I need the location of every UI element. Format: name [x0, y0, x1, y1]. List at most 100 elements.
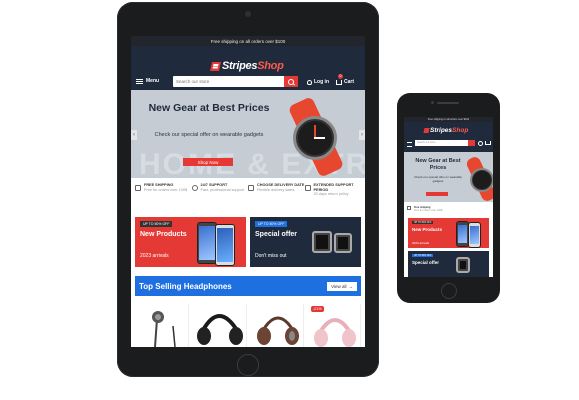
product-row: -21% [135, 304, 361, 347]
tablet-device: Free shipping on all orders over $100 St… [117, 2, 379, 377]
user-icon [307, 79, 312, 85]
login-link[interactable]: Log in [307, 79, 329, 85]
promo-tag: UP TO 50% OFF [255, 221, 288, 227]
earbuds-image [152, 311, 176, 347]
promo-special-offer[interactable]: UP TO 50% OFF Special offer [408, 251, 489, 277]
product-card[interactable] [192, 304, 247, 347]
feature-text: 30 days return policy [313, 192, 349, 196]
hamburger-icon[interactable] [407, 142, 412, 147]
phone-screen: Free shipping on all orders over $100 St… [404, 117, 493, 277]
hero-title: New Gear at Best Prices [415, 158, 461, 171]
tablet-screen: Free shipping on all orders over $100 St… [131, 36, 365, 347]
login-label: Log in [314, 79, 329, 85]
phone-device: Free shipping on all orders over $100 St… [397, 93, 500, 303]
feature-item: Choose delivery date Flexible delivery da… [248, 178, 305, 208]
shipping-notice: Free shipping on all orders over $100 [210, 38, 286, 44]
smartphone-image [197, 222, 217, 264]
promo-special-offer[interactable]: UP TO 50% OFF Special offer Don't miss o… [250, 217, 361, 267]
hero-title: New Gear at Best Prices [148, 102, 270, 114]
phone-speaker [437, 102, 459, 104]
tablet-home-button[interactable] [237, 354, 259, 376]
logo-text-shop: Shop [452, 127, 469, 134]
headphones-image [256, 316, 299, 345]
phone-camera [431, 101, 434, 104]
promo-tag: UP TO 50% OFF [412, 221, 434, 224]
section-title: Top Selling Headphones [139, 281, 232, 291]
calendar-icon [248, 185, 254, 191]
shop-now-button[interactable] [426, 192, 448, 196]
feature-item: Extended support period 30 days return po… [304, 178, 362, 208]
section-header: Top Selling Headphones View all → [135, 276, 361, 296]
search-bar [173, 76, 298, 87]
feature-item: 24/7 Support Fast, professional support [191, 178, 249, 208]
search-bar[interactable]: Search our store [415, 140, 475, 146]
logo-text-stripes: Stripes [430, 127, 453, 134]
logo-icon [210, 61, 221, 71]
search-button[interactable] [468, 140, 475, 146]
promo-title: Special offer [255, 231, 298, 238]
menu-label: Menu [146, 78, 160, 84]
hero-next-arrow[interactable]: › [359, 130, 365, 140]
smartwatch-image [312, 231, 332, 253]
site-logo[interactable]: Stripes Shop [210, 60, 284, 72]
clipboard-icon [304, 185, 311, 191]
product-card[interactable]: -21% [306, 304, 361, 347]
shipping-notice: Free shipping on all orders over $100 [427, 118, 470, 121]
phone-home-button[interactable] [441, 283, 457, 299]
view-all-button[interactable]: View all → [327, 281, 357, 291]
feature-title: Extended support period [313, 183, 354, 192]
feature-text: Fast, professional support [200, 187, 245, 192]
smartphone-image [468, 222, 481, 248]
feature-text: Free for orders over 100$ [144, 187, 188, 192]
cart-label: Cart [344, 79, 355, 85]
hero-banner: New Gear at Best Prices Check our specia… [404, 152, 493, 202]
promo-text: 2023 arrivals [140, 253, 169, 259]
logo-text-shop: Shop [257, 60, 284, 72]
promo-title: New Products [140, 231, 187, 238]
site-logo[interactable]: Stripes Shop [423, 127, 469, 134]
promo-row: UP TO 50% OFF New Products 2023 arrivals… [135, 217, 361, 267]
feature-text: Free for orders over 100$ [414, 209, 443, 212]
hero-subtitle: Check our special offer on wearable gadg… [154, 132, 264, 138]
user-icon[interactable] [478, 141, 483, 146]
truck-icon [407, 206, 411, 210]
headphones-image [197, 314, 244, 345]
feature-title: Choose delivery date [257, 183, 305, 187]
view-all-label: View all [331, 283, 347, 289]
promo-tag: UP TO 50% OFF [412, 254, 434, 257]
truck-icon [135, 185, 141, 191]
search-input[interactable] [173, 76, 284, 87]
smartwatch-image [464, 155, 493, 202]
search-placeholder: Search our store [417, 141, 436, 144]
promo-new-products[interactable]: UP TO 50% OFF New Products 2023 arrivals [408, 218, 489, 248]
feature-item: Free shipping Free for orders over 100$ [404, 202, 493, 216]
clock-icon [191, 185, 198, 191]
tablet-camera [245, 11, 251, 17]
features-bar: Free shipping Free for orders over 100$ 2… [131, 178, 365, 208]
shop-now-button[interactable]: Shop Now [183, 158, 233, 166]
logo-icon [423, 128, 430, 133]
promo-tag: UP TO 50% OFF [140, 221, 173, 227]
promo-text: 2023 arrivals [412, 241, 430, 245]
product-card[interactable] [249, 304, 304, 347]
promo-new-products[interactable]: UP TO 50% OFF New Products 2023 arrivals [135, 217, 246, 267]
arrow-right-icon: → [348, 283, 354, 289]
search-button[interactable] [284, 76, 298, 87]
feature-item: Free shipping Free for orders over 100$ [135, 178, 192, 208]
hero-prev-arrow[interactable]: ‹ [131, 130, 137, 140]
site-header: StripesShop Menu Log in 0 Cart [131, 46, 365, 90]
logo-text-stripes: Stripes [222, 60, 258, 72]
search-icon [288, 78, 294, 85]
menu-button[interactable]: Menu [136, 78, 159, 84]
hero-banner: HOME & EXTRA ‹ › New Gear at Best Prices… [131, 90, 365, 178]
smartwatch-image [281, 96, 356, 178]
cart-icon[interactable] [485, 141, 491, 145]
product-card[interactable] [135, 304, 190, 347]
feature-text: Flexible delivery dates [257, 187, 295, 192]
site-header: Stripes Shop Search our store [404, 122, 493, 152]
smartwatch-image [334, 233, 352, 253]
promo-title: New Products [412, 227, 443, 232]
hamburger-icon [136, 78, 143, 84]
hero-subtitle: Check our special offer on wearable gadg… [414, 175, 462, 183]
cart-link[interactable]: Cart [336, 79, 354, 85]
